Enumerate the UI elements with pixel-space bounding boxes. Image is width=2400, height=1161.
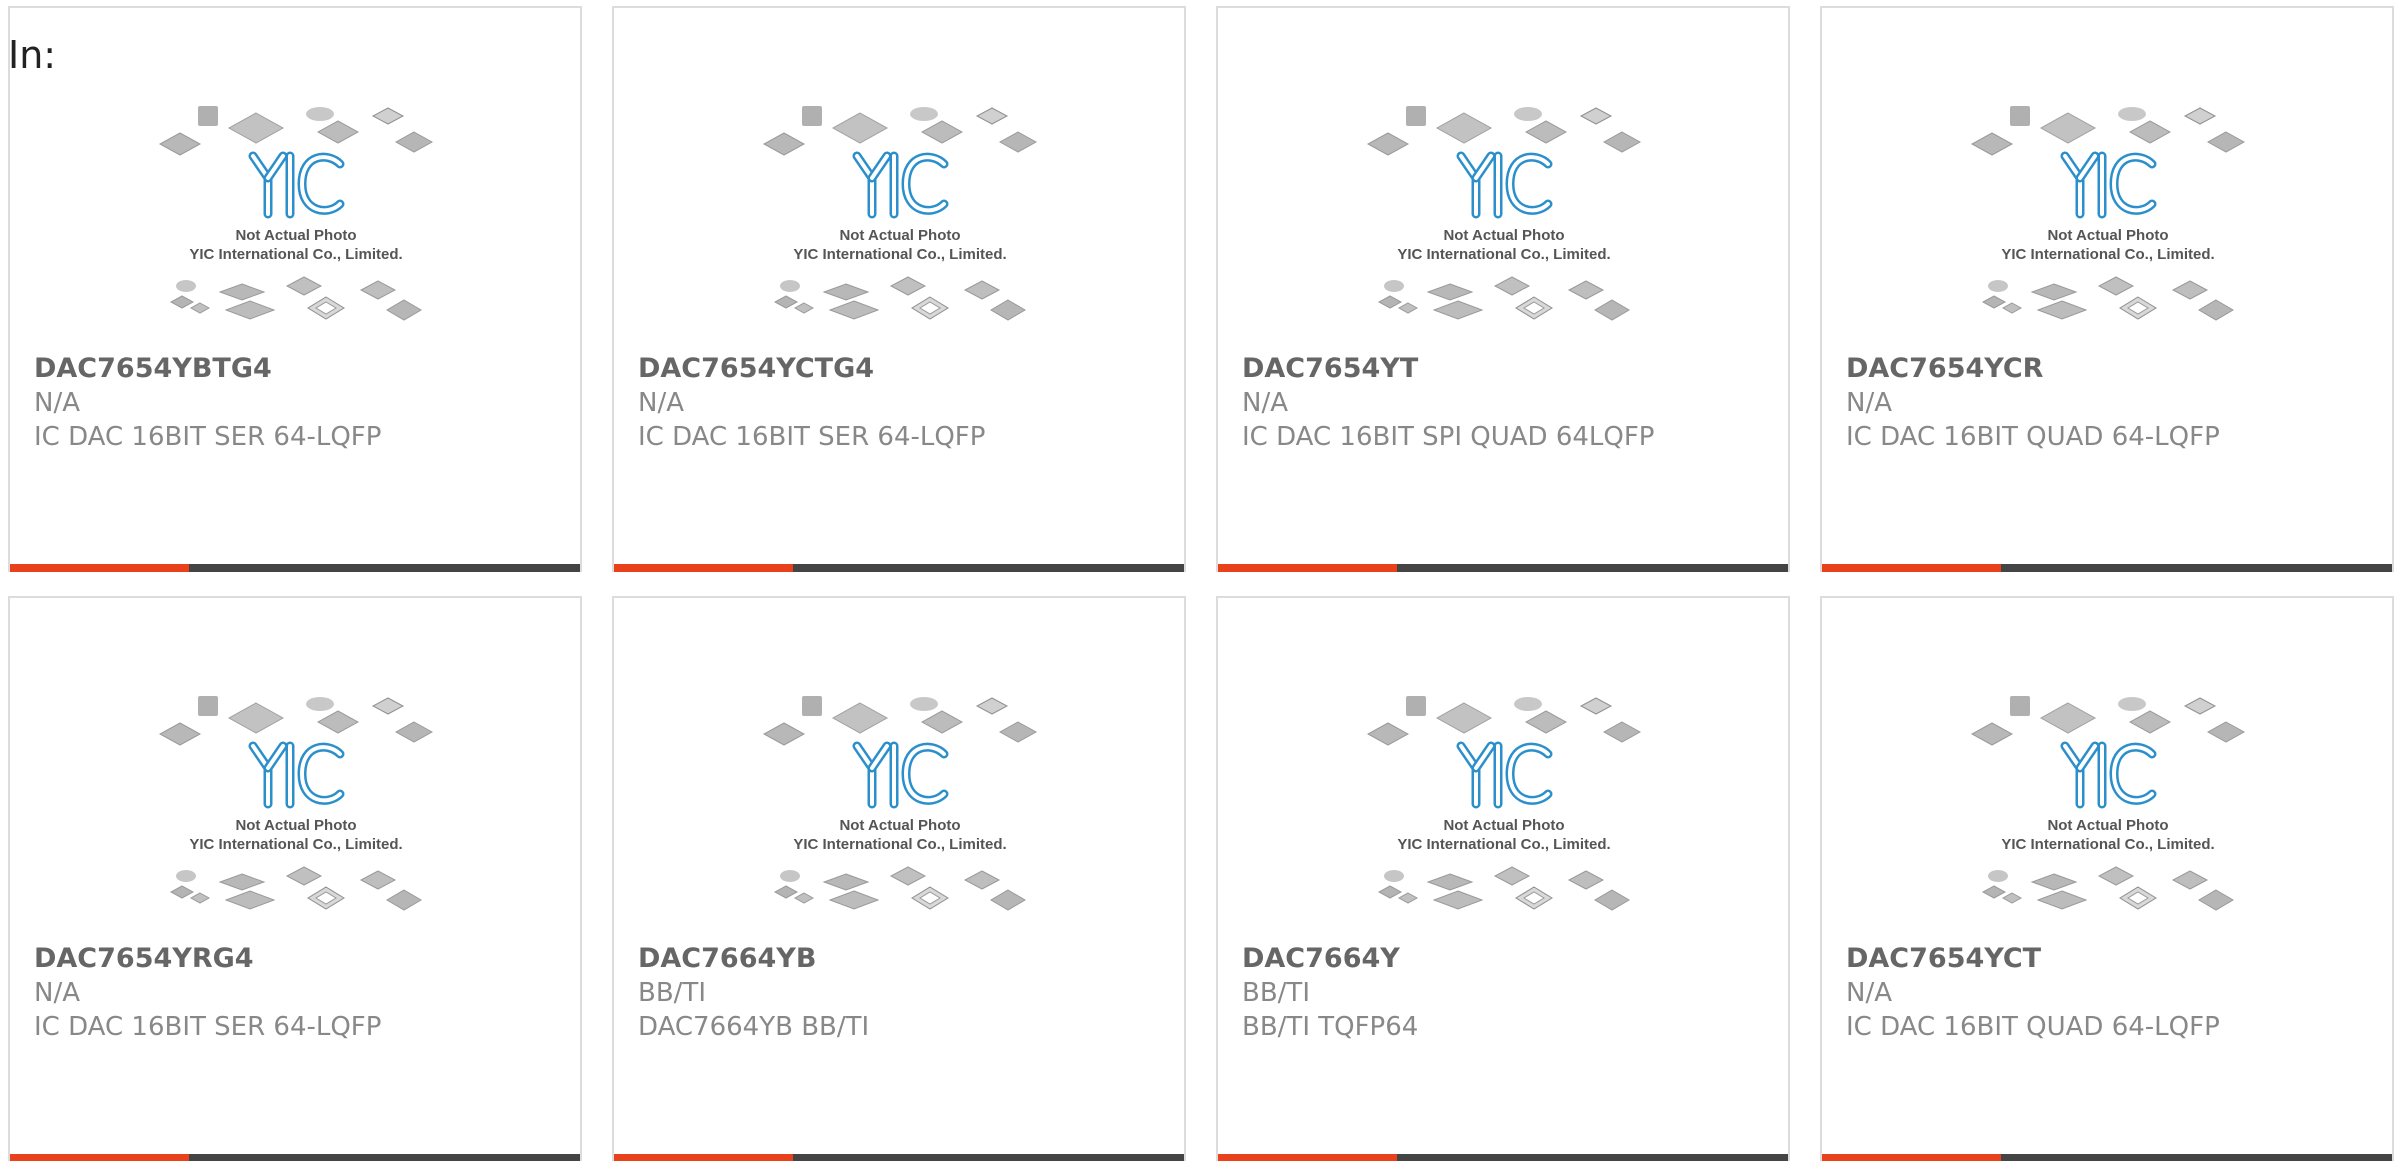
photo-caption-line2: YIC International Co., Limited. [793,246,1006,263]
component-placeholder-graphic: Not Actual Photo YIC International Co., L… [158,696,434,911]
card-accent-bar [614,564,793,572]
manufacturer-text: N/A [1846,388,1892,418]
part-number-link[interactable]: DAC7654YRG4 [34,942,254,976]
yic-logo-icon [852,151,949,219]
card-bottom-bar [1822,564,2392,572]
card-accent-bar [1822,1154,2001,1161]
manufacturer-text: BB/TI [1242,978,1310,1008]
card-bottom-bar [1822,1154,2392,1161]
photo-caption-line2: YIC International Co., Limited. [1397,836,1610,853]
description-text: IC DAC 16BIT SPI QUAD 64LQFP [1242,422,1655,452]
product-card[interactable]: Not Actual Photo YIC International Co., L… [612,596,1186,1161]
not-actual-photo-image[interactable]: Not Actual Photo YIC International Co., L… [158,94,434,334]
product-card[interactable]: Not Actual Photo YIC International Co., L… [1216,596,1790,1161]
photo-caption-line2: YIC International Co., Limited. [189,836,402,853]
product-card[interactable]: Not Actual Photo YIC International Co., L… [1820,596,2394,1161]
card-bottom-bar [10,1154,580,1161]
photo-caption-line2: YIC International Co., Limited. [1397,246,1610,263]
photo-caption-line2: YIC International Co., Limited. [793,836,1006,853]
photo-caption-line1: Not Actual Photo [235,227,356,244]
description-text: IC DAC 16BIT QUAD 64-LQFP [1846,1012,2220,1042]
card-bottom-bar [1218,564,1788,572]
component-placeholder-graphic: Not Actual Photo YIC International Co., L… [762,696,1038,911]
card-accent-bar [10,564,189,572]
card-accent-bar [1218,564,1397,572]
card-bottom-bar [10,564,580,572]
yic-logo-icon [852,741,949,809]
component-placeholder-graphic: Not Actual Photo YIC International Co., L… [762,106,1038,321]
product-listing-page: In: Not Actual Photo YIC International Co… [0,0,2400,1161]
part-number-link[interactable]: DAC7664YB [638,942,816,976]
card-accent-bar [614,1154,793,1161]
manufacturer-text: N/A [1846,978,1892,1008]
product-card[interactable]: Not Actual Photo YIC International Co., L… [612,6,1186,572]
filter-label: In: [8,33,57,77]
photo-caption-line2: YIC International Co., Limited. [2001,836,2214,853]
description-text: BB/TI TQFP64 [1242,1012,1419,1042]
manufacturer-text: N/A [1242,388,1288,418]
component-placeholder-graphic: Not Actual Photo YIC International Co., L… [1366,696,1642,911]
part-number-link[interactable]: DAC7654YBTG4 [34,352,272,386]
component-placeholder-graphic: Not Actual Photo YIC International Co., L… [1970,696,2246,911]
yic-logo-icon [248,151,345,219]
photo-caption-line1: Not Actual Photo [839,227,960,244]
description-text: IC DAC 16BIT SER 64-LQFP [34,422,382,452]
manufacturer-text: N/A [638,388,684,418]
photo-caption-line1: Not Actual Photo [1443,817,1564,834]
yic-logo-icon [1456,741,1553,809]
component-placeholder-graphic: Not Actual Photo YIC International Co., L… [158,106,434,321]
manufacturer-text: N/A [34,388,80,418]
component-placeholder-graphic: Not Actual Photo YIC International Co., L… [1970,106,2246,321]
not-actual-photo-image[interactable]: Not Actual Photo YIC International Co., L… [1366,94,1642,334]
description-text: IC DAC 16BIT QUAD 64-LQFP [1846,422,2220,452]
part-number-link[interactable]: DAC7654YT [1242,352,1418,386]
yic-logo-icon [1456,151,1553,219]
card-accent-bar [10,1154,189,1161]
not-actual-photo-image[interactable]: Not Actual Photo YIC International Co., L… [1970,94,2246,334]
card-accent-bar [1822,564,2001,572]
not-actual-photo-image[interactable]: Not Actual Photo YIC International Co., L… [158,684,434,924]
description-text: DAC7664YB BB/TI [638,1012,870,1042]
product-card[interactable]: Not Actual Photo YIC International Co., L… [8,6,582,572]
photo-caption-line1: Not Actual Photo [839,817,960,834]
not-actual-photo-image[interactable]: Not Actual Photo YIC International Co., L… [762,94,1038,334]
product-card[interactable]: Not Actual Photo YIC International Co., L… [1216,6,1790,572]
part-number-link[interactable]: DAC7664Y [1242,942,1400,976]
card-bottom-bar [614,1154,1184,1161]
photo-caption-line2: YIC International Co., Limited. [2001,246,2214,263]
component-placeholder-graphic: Not Actual Photo YIC International Co., L… [1366,106,1642,321]
manufacturer-text: BB/TI [638,978,706,1008]
not-actual-photo-image[interactable]: Not Actual Photo YIC International Co., L… [762,684,1038,924]
product-card[interactable]: Not Actual Photo YIC International Co., L… [8,596,582,1161]
part-number-link[interactable]: DAC7654YCR [1846,352,2043,386]
card-accent-bar [1218,1154,1397,1161]
manufacturer-text: N/A [34,978,80,1008]
photo-caption-line1: Not Actual Photo [2047,227,2168,244]
photo-caption-line1: Not Actual Photo [235,817,356,834]
card-bottom-bar [1218,1154,1788,1161]
yic-logo-icon [248,741,345,809]
part-number-link[interactable]: DAC7654YCT [1846,942,2041,976]
description-text: IC DAC 16BIT SER 64-LQFP [34,1012,382,1042]
photo-caption-line2: YIC International Co., Limited. [189,246,402,263]
photo-caption-line1: Not Actual Photo [1443,227,1564,244]
description-text: IC DAC 16BIT SER 64-LQFP [638,422,986,452]
part-number-link[interactable]: DAC7654YCTG4 [638,352,874,386]
not-actual-photo-image[interactable]: Not Actual Photo YIC International Co., L… [1970,684,2246,924]
not-actual-photo-image[interactable]: Not Actual Photo YIC International Co., L… [1366,684,1642,924]
card-bottom-bar [614,564,1184,572]
yic-logo-icon [2060,151,2157,219]
yic-logo-icon [2060,741,2157,809]
photo-caption-line1: Not Actual Photo [2047,817,2168,834]
product-card[interactable]: Not Actual Photo YIC International Co., L… [1820,6,2394,572]
